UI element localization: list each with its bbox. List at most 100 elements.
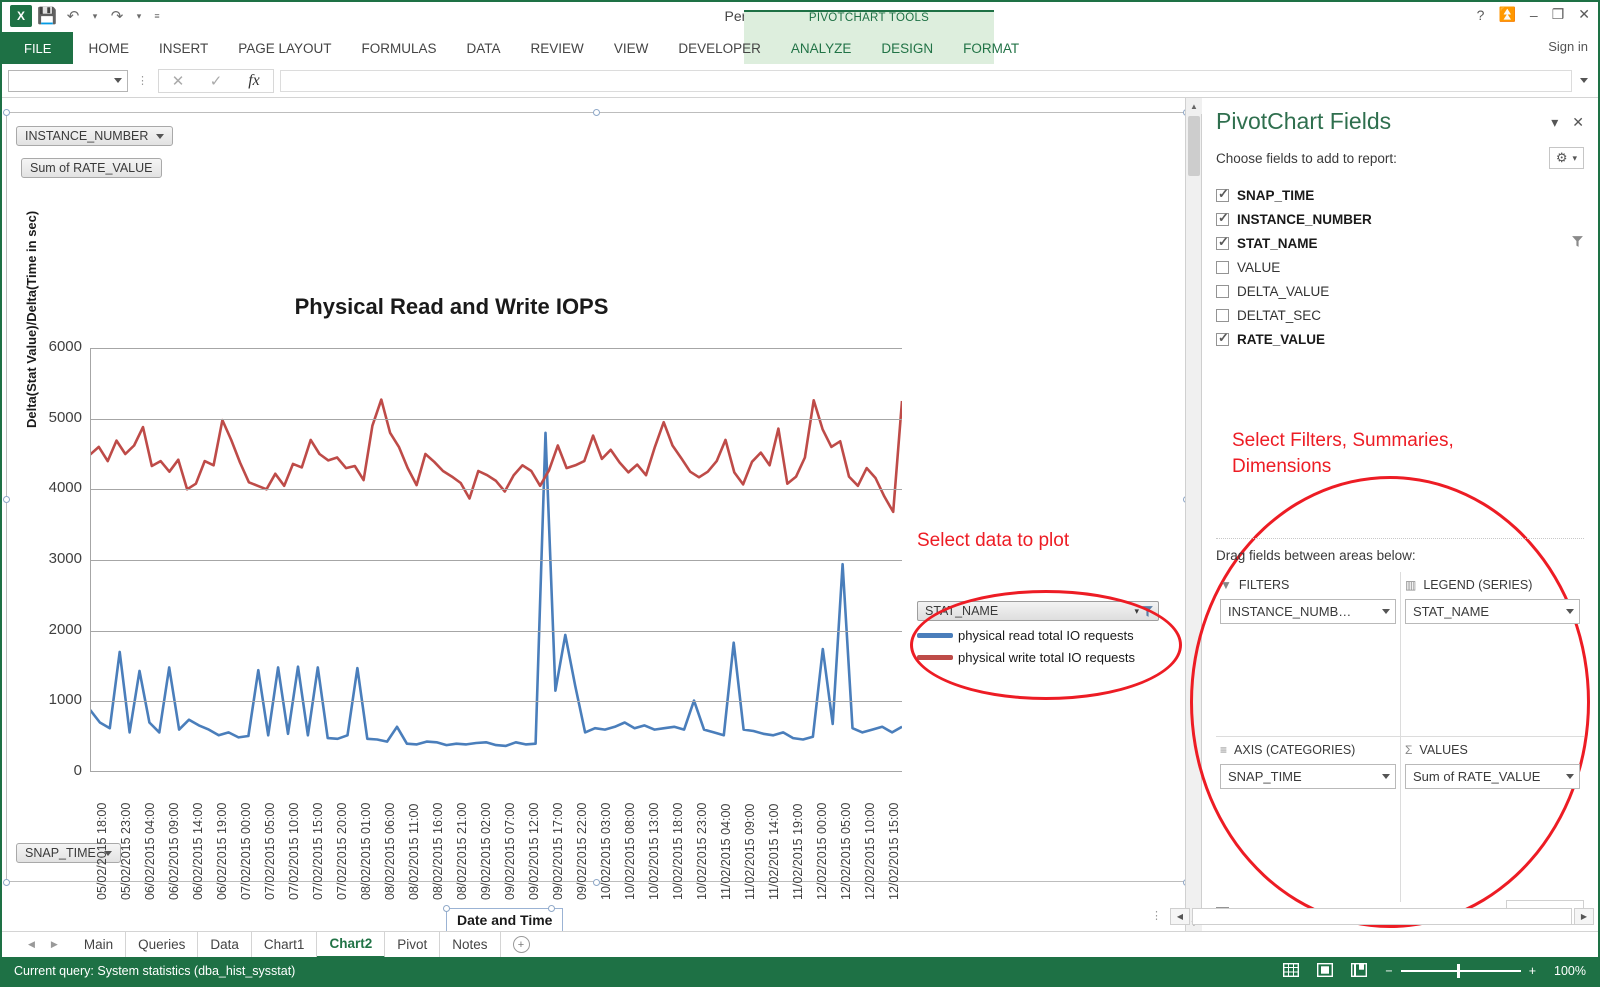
- cancel-icon[interactable]: ✕: [159, 70, 197, 92]
- sheet-tab-chart1[interactable]: Chart1: [252, 931, 318, 958]
- field-row[interactable]: DELTA_VALUE: [1216, 279, 1584, 303]
- normal-view-icon[interactable]: [1283, 962, 1300, 980]
- field-row[interactable]: SNAP_TIME: [1216, 183, 1584, 207]
- zoom-level-label[interactable]: 100%: [1554, 964, 1586, 978]
- pane-tools-button[interactable]: ⚙ ▾: [1548, 147, 1584, 169]
- zone-axis-categories[interactable]: ≡ AXIS (CATEGORIES) SNAP_TIME: [1216, 737, 1400, 902]
- tab-file[interactable]: FILE: [2, 32, 74, 64]
- field-checkbox[interactable]: [1216, 330, 1229, 346]
- sheet-vertical-scrollbar[interactable]: ▲ ▼: [1185, 98, 1202, 931]
- tab-insert[interactable]: INSERT: [144, 32, 223, 64]
- funnel-icon[interactable]: [1571, 235, 1584, 251]
- add-sheet-icon[interactable]: +: [512, 936, 530, 953]
- sheet-tab-main[interactable]: Main: [72, 931, 127, 958]
- chart-handle-ml[interactable]: [3, 496, 10, 503]
- field-checkbox[interactable]: [1216, 308, 1229, 322]
- tab-data[interactable]: DATA: [452, 32, 516, 64]
- x-axis-tick: 06/02/2015 04:00: [143, 802, 157, 900]
- zone-field-pill[interactable]: INSTANCE_NUMB…: [1220, 599, 1396, 624]
- tab-page-layout[interactable]: PAGE LAYOUT: [223, 32, 346, 64]
- field-checkbox[interactable]: [1216, 210, 1229, 226]
- chart-filter-button-instance-number[interactable]: INSTANCE_NUMBER: [16, 126, 174, 146]
- tab-formulas[interactable]: FORMULAS: [347, 32, 452, 64]
- name-box-caret-icon[interactable]: [114, 78, 122, 83]
- field-row[interactable]: VALUE: [1216, 255, 1584, 279]
- zoom-slider[interactable]: − +: [1385, 964, 1536, 978]
- zoom-thumb[interactable]: [1456, 964, 1460, 978]
- plot-area[interactable]: [90, 348, 902, 772]
- zone-legend-series[interactable]: ▥ LEGEND (SERIES) STAT_NAME: [1400, 572, 1584, 737]
- zoom-track[interactable]: [1400, 964, 1521, 978]
- chart-handle-bl[interactable]: [3, 879, 10, 886]
- chart-values-button[interactable]: Sum of RATE_VALUE: [21, 158, 162, 178]
- field-checkbox[interactable]: [1216, 284, 1229, 298]
- chart-handle-tc[interactable]: [593, 109, 600, 116]
- zone-values[interactable]: Σ VALUES Sum of RATE_VALUE: [1400, 737, 1584, 902]
- tab-developer[interactable]: DEVELOPER: [663, 32, 776, 64]
- zone-field-pill[interactable]: Sum of RATE_VALUE: [1405, 764, 1580, 789]
- enter-icon[interactable]: ✓: [197, 70, 235, 92]
- zoom-in-icon[interactable]: +: [1529, 964, 1536, 978]
- field-row[interactable]: INSTANCE_NUMBER: [1216, 207, 1584, 231]
- scroll-grip[interactable]: ⋮: [1146, 911, 1168, 922]
- scroll-up-icon[interactable]: ▲: [1186, 98, 1202, 114]
- chevron-down-icon[interactable]: [1382, 774, 1390, 779]
- expand-formula-bar-icon[interactable]: [1576, 70, 1592, 92]
- zone-field-pill[interactable]: SNAP_TIME: [1220, 764, 1396, 789]
- help-icon[interactable]: ?: [1477, 7, 1485, 23]
- zone-filters[interactable]: ▼ FILTERS INSTANCE_NUMB…: [1216, 572, 1400, 737]
- zone-field-pill[interactable]: STAT_NAME: [1405, 599, 1580, 624]
- tab-format[interactable]: FORMAT: [948, 32, 1034, 64]
- field-checkbox[interactable]: [1216, 186, 1229, 202]
- sheet-tab-data[interactable]: Data: [198, 931, 252, 958]
- chart-axis-button-label: SNAP_TIME: [25, 846, 96, 860]
- page-layout-icon[interactable]: [1317, 962, 1334, 980]
- sign-in-link[interactable]: Sign in: [1548, 39, 1588, 54]
- tab-design[interactable]: DESIGN: [866, 32, 948, 64]
- field-row[interactable]: RATE_VALUE: [1216, 327, 1584, 351]
- x-title-handle-tr[interactable]: [548, 905, 555, 912]
- field-checkbox[interactable]: [1216, 234, 1229, 250]
- page-break-preview-icon[interactable]: [1351, 962, 1368, 980]
- field-row[interactable]: STAT_NAME: [1216, 231, 1584, 255]
- minimize-icon[interactable]: –: [1530, 7, 1538, 23]
- scroll-thumb[interactable]: [1188, 116, 1200, 176]
- chevron-down-icon[interactable]: ▾: [1551, 114, 1558, 131]
- sheet-next-icon[interactable]: ▶: [51, 939, 58, 950]
- chevron-down-icon[interactable]: [1566, 774, 1574, 779]
- field-row[interactable]: DELTAT_SEC: [1216, 303, 1584, 327]
- tab-analyze[interactable]: ANALYZE: [776, 32, 867, 64]
- name-box[interactable]: [8, 69, 128, 92]
- zoom-out-icon[interactable]: −: [1385, 964, 1392, 978]
- x-axis-tick: 08/02/2015 16:00: [431, 802, 445, 900]
- chevron-down-icon[interactable]: [1382, 609, 1390, 614]
- restore-icon[interactable]: ❐: [1552, 6, 1565, 23]
- sheet-tab-chart2[interactable]: Chart2: [317, 931, 386, 958]
- sheet-tab-queries[interactable]: Queries: [126, 931, 199, 958]
- hscroll-left-icon[interactable]: ◀: [1170, 907, 1190, 925]
- y-axis-title[interactable]: Delta(Stat Value)/Delta(Time in sec): [24, 138, 39, 428]
- tab-review[interactable]: REVIEW: [516, 32, 599, 64]
- tab-home[interactable]: HOME: [73, 32, 144, 64]
- chart-handle-tl[interactable]: [3, 109, 10, 116]
- series-line[interactable]: [90, 398, 902, 514]
- tab-view[interactable]: VIEW: [599, 32, 664, 64]
- close-icon[interactable]: ✕: [1578, 6, 1590, 23]
- chevron-down-icon[interactable]: [1566, 609, 1574, 614]
- x-axis-title[interactable]: Date and Time: [446, 908, 564, 932]
- chart-title[interactable]: Physical Read and Write IOPS: [2, 294, 901, 320]
- formula-input[interactable]: [280, 69, 1572, 92]
- insert-function-icon[interactable]: fx: [235, 70, 273, 92]
- hscroll-right-icon[interactable]: ▶: [1574, 907, 1594, 925]
- x-title-handle-tl[interactable]: [443, 905, 450, 912]
- close-icon[interactable]: ✕: [1572, 114, 1584, 131]
- sheet-tabs: Main Queries Data Chart1 Chart2 Pivot Notes: [72, 931, 501, 958]
- ribbon-display-options-icon[interactable]: ⏫: [1498, 6, 1515, 23]
- hscroll-track[interactable]: [1192, 907, 1572, 925]
- sheet-tab-notes[interactable]: Notes: [440, 931, 501, 958]
- sheet-prev-icon[interactable]: ◀: [28, 939, 35, 950]
- horizontal-scrollbar[interactable]: ⋮ ◀ ▶: [1146, 903, 1594, 929]
- field-checkbox[interactable]: [1216, 260, 1229, 274]
- sheet-tab-pivot[interactable]: Pivot: [385, 931, 441, 958]
- formula-bar-grip[interactable]: ⋮: [132, 75, 154, 86]
